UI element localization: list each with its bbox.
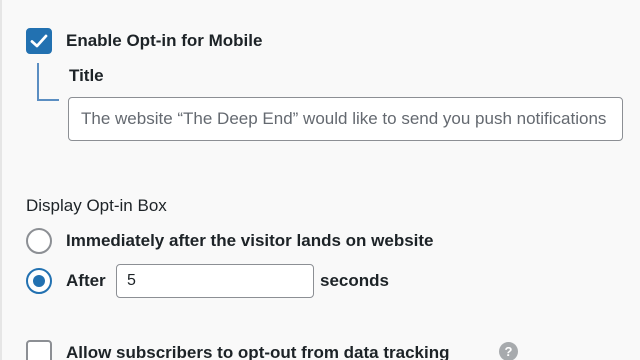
settings-panel: Enable Opt-in for Mobile Title Display O…: [0, 0, 640, 360]
data-tracking-optout-checkbox[interactable]: [26, 340, 52, 360]
tree-connector-vertical: [37, 63, 39, 100]
display-optin-heading: Display Opt-in Box: [26, 196, 167, 215]
seconds-suffix-label: seconds: [320, 271, 389, 290]
seconds-input[interactable]: [116, 264, 314, 298]
enable-mobile-optin-checkbox[interactable]: [26, 28, 52, 54]
enable-mobile-optin-label[interactable]: Enable Opt-in for Mobile: [66, 30, 262, 52]
checkmark-icon: [30, 34, 48, 48]
radio-selected-dot: [33, 275, 45, 287]
title-label: Title: [69, 66, 104, 85]
question-circle-icon[interactable]: ?: [499, 342, 518, 360]
tree-connector-horizontal: [37, 99, 59, 101]
radio-immediately[interactable]: [26, 228, 52, 254]
data-tracking-optout-label[interactable]: Allow subscribers to opt-out from data t…: [66, 342, 449, 360]
radio-after[interactable]: [26, 268, 52, 294]
radio-after-label[interactable]: After: [66, 270, 106, 292]
title-input[interactable]: [68, 97, 623, 141]
radio-immediately-label[interactable]: Immediately after the visitor lands on w…: [66, 230, 434, 252]
panel-divider: [0, 0, 2, 360]
